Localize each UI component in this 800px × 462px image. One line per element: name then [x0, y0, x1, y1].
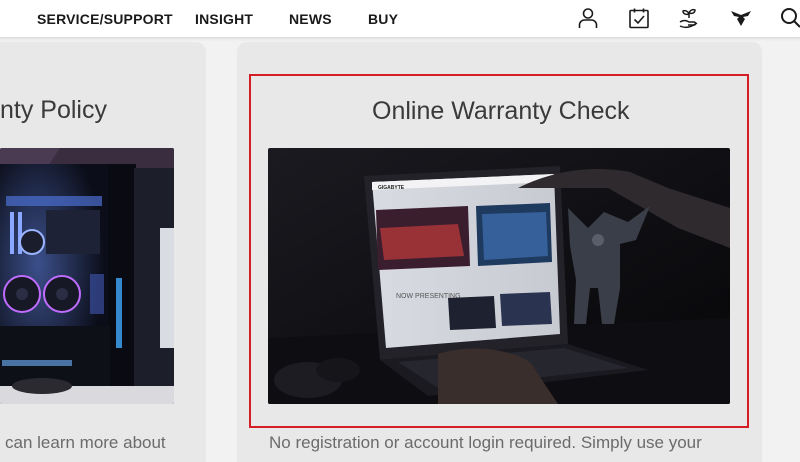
nav-link-news[interactable]: NEWS	[289, 11, 332, 27]
laptop-brand-label: GIGABYTE	[378, 185, 405, 191]
online-warranty-check-description: No registration or account login require…	[269, 433, 702, 452]
online-warranty-check-title: Online Warranty Check	[372, 97, 630, 125]
aorus-eagle-icon[interactable]	[729, 6, 753, 30]
nav-link-buy[interactable]: BUY	[368, 11, 398, 27]
laptop-screen-text: NOW PRESENTING	[396, 293, 461, 300]
nav-link-service-support[interactable]: SERVICE/SUPPORT	[37, 11, 173, 27]
top-navigation-bar: SERVICE/SUPPORT INSIGHT NEWS BUY	[0, 0, 800, 38]
warranty-policy-title: nty Policy	[0, 96, 107, 124]
gaming-pc-case-image[interactable]	[0, 148, 174, 404]
gaming-laptop-image[interactable]: GIGABYTE NOW PRESENTING	[268, 148, 730, 404]
calendar-check-icon[interactable]	[627, 6, 651, 30]
user-icon[interactable]	[576, 6, 600, 30]
warranty-policy-description: can learn more about	[5, 433, 166, 452]
plant-hand-icon[interactable]	[677, 6, 701, 30]
search-icon[interactable]	[779, 6, 800, 30]
nav-link-insight[interactable]: INSIGHT	[195, 11, 253, 27]
